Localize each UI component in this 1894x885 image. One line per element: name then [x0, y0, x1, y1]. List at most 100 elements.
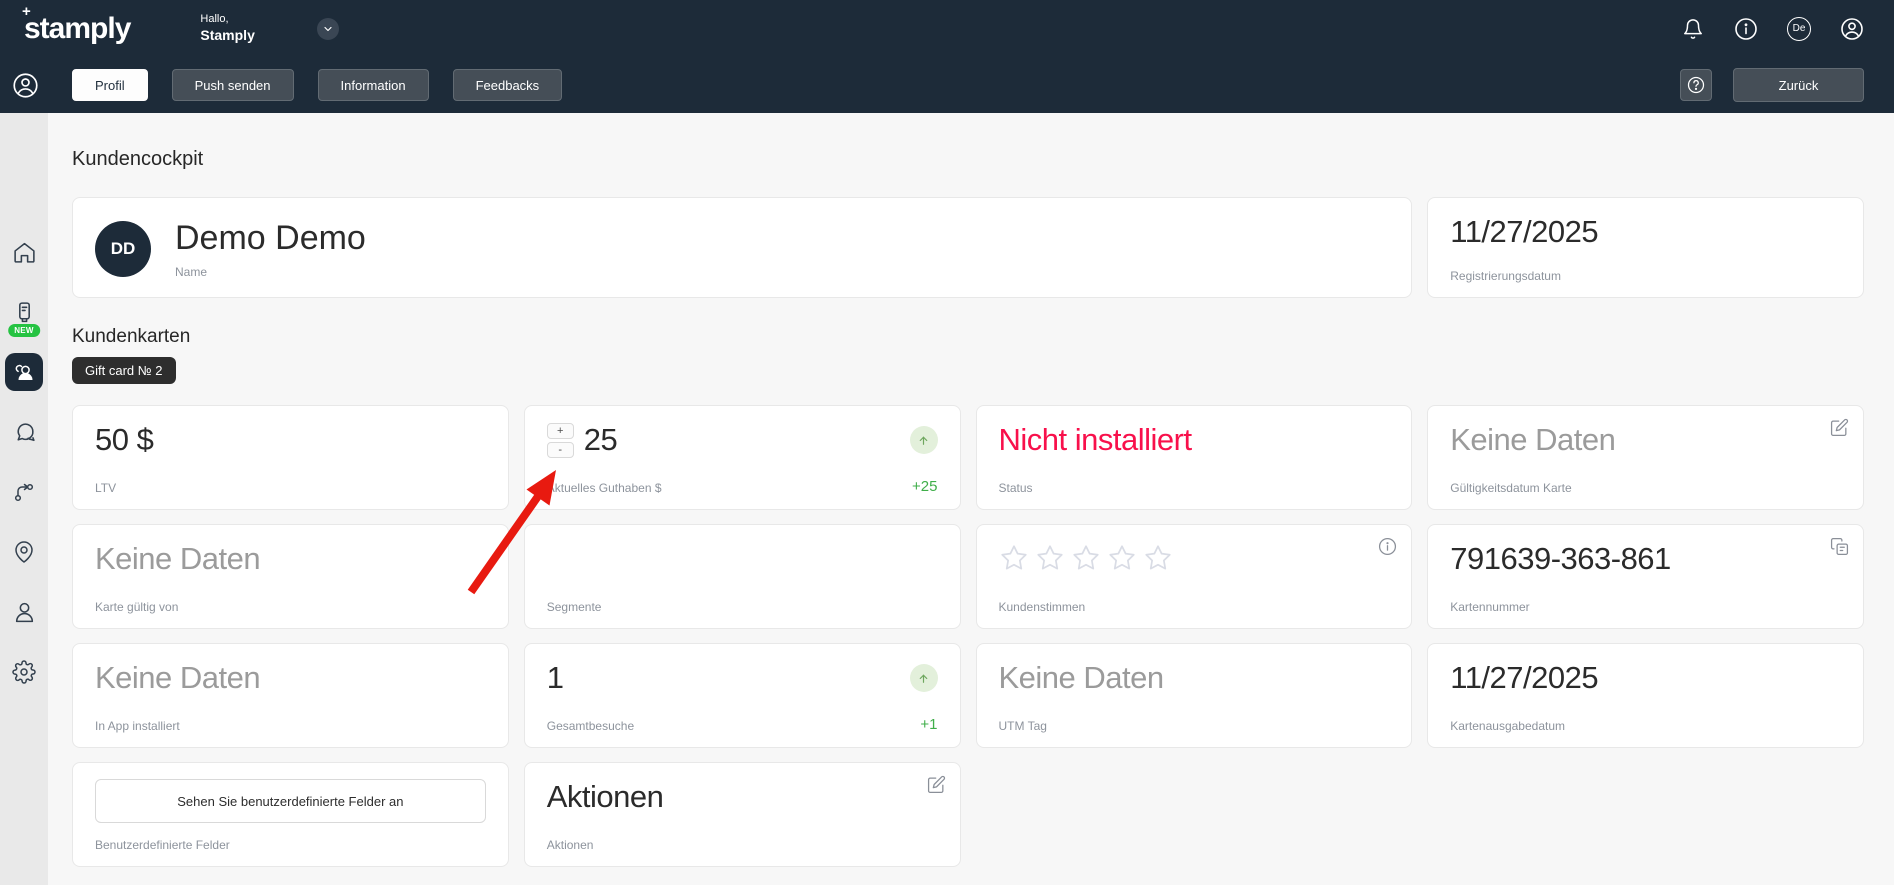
trend-up-badge [910, 426, 938, 454]
help-button[interactable] [1680, 69, 1712, 101]
sidebar-item-account[interactable] [10, 598, 38, 626]
in-app-value: Keine Daten [95, 660, 486, 696]
users-icon [12, 360, 36, 384]
rating-stars[interactable] [999, 543, 1390, 573]
card-number-label: Kartennummer [1450, 600, 1841, 614]
toolbar-tabs: Profil Push senden Information Feedbacks [72, 69, 562, 101]
customer-votes-label: Kundenstimmen [999, 600, 1390, 614]
sidebar-item-settings[interactable] [10, 658, 38, 686]
customer-name: Demo Demo [175, 219, 366, 258]
balance-card: + - 25 Aktuelles Guthaben $ +25 [524, 405, 961, 510]
ltv-value: 50 $ [95, 422, 486, 458]
utm-tag-card: Keine Daten UTM Tag [976, 643, 1413, 748]
new-badge: NEW [8, 324, 40, 337]
name-block: Demo Demo Name [175, 219, 366, 279]
trend-up-badge [910, 664, 938, 692]
edit-actions-button[interactable] [927, 775, 947, 795]
actions-label: Aktionen [547, 838, 938, 852]
edit-icon [1830, 418, 1849, 437]
utm-tag-value: Keine Daten [999, 660, 1390, 696]
arrow-up-icon [917, 434, 930, 447]
info-icon [1378, 537, 1397, 556]
branch-icon [12, 480, 36, 504]
edit-validity-button[interactable] [1830, 418, 1850, 438]
card-validity-card: Keine Daten Gültigkeitsdatum Karte [1427, 405, 1864, 510]
balance-stepper: + - [547, 423, 574, 458]
tab-information[interactable]: Information [318, 69, 429, 101]
question-icon [1686, 75, 1706, 95]
registration-date-value: 11/27/2025 [1450, 214, 1841, 250]
star-icon [1035, 543, 1065, 573]
language-button[interactable]: De [1787, 17, 1811, 41]
greeting-name: Stamply [200, 27, 254, 45]
user-circle-icon [12, 72, 39, 99]
star-icon [1071, 543, 1101, 573]
custom-fields-label: Benutzerdefinierte Felder [95, 838, 486, 852]
sidebar-item-cards[interactable]: NEW [10, 298, 38, 326]
edit-icon [927, 775, 946, 794]
tab-feedbacks[interactable]: Feedbacks [453, 69, 563, 101]
card-number-card: 791639-363-861 Kartennummer [1427, 524, 1864, 629]
sidebar-item-home[interactable] [10, 238, 38, 266]
sidebar-item-locations[interactable] [10, 538, 38, 566]
tab-profil[interactable]: Profil [72, 69, 148, 101]
sidebar-item-messages[interactable] [10, 418, 38, 446]
section-title-kundenkarten: Kundenkarten [72, 326, 1864, 348]
page-title: Kundencockpit [72, 148, 1864, 171]
language-badge: De [1787, 17, 1811, 41]
gift-card-badge[interactable]: Gift card № 2 [72, 357, 176, 384]
sidebar-item-automation[interactable] [10, 478, 38, 506]
total-visits-delta: +1 [920, 716, 937, 733]
balance-value: 25 [584, 422, 617, 458]
customer-profile-button[interactable] [12, 72, 39, 99]
star-icon [1143, 543, 1173, 573]
star-icon [999, 543, 1029, 573]
status-label: Status [999, 481, 1390, 495]
page-body: NEW Kundencockpit DD Demo Demo N [0, 113, 1894, 885]
toolbar-right: Zurück [1680, 68, 1864, 102]
issue-date-value: 11/27/2025 [1450, 660, 1841, 696]
copy-card-number-button[interactable] [1830, 537, 1850, 557]
profile-row: DD Demo Demo Name 11/27/2025 Registrieru… [72, 197, 1864, 298]
issue-date-label: Kartenausgabedatum [1450, 719, 1841, 733]
status-value: Nicht installiert [999, 422, 1390, 458]
chat-bubbles-icon [12, 420, 37, 445]
avatar: DD [95, 221, 151, 277]
tab-push-senden[interactable]: Push senden [172, 69, 294, 101]
info-icon [1734, 17, 1758, 41]
balance-decrement-button[interactable]: - [547, 442, 574, 458]
in-app-label: In App installiert [95, 719, 486, 733]
utm-tag-label: UTM Tag [999, 719, 1390, 733]
ltv-card: 50 $ LTV [72, 405, 509, 510]
customer-votes-card: Kundenstimmen [976, 524, 1413, 629]
total-visits-label: Gesamtbesuche [547, 719, 634, 733]
stats-grid: 50 $ LTV + - 25 A [72, 405, 1864, 867]
info-button[interactable] [1734, 17, 1758, 41]
card-terminal-icon [12, 300, 37, 325]
logo-plus-accent: + [22, 3, 30, 20]
account-dropdown-toggle[interactable] [317, 18, 339, 40]
logo-text: stamply [24, 12, 130, 45]
user-circle-icon [1840, 17, 1864, 41]
app-header: + stamply Hallo, Stamply De [0, 0, 1894, 113]
arrow-up-icon [917, 672, 930, 685]
actions-card: Aktionen Aktionen [524, 762, 961, 867]
votes-info-button[interactable] [1378, 537, 1398, 557]
sidebar-item-customers[interactable] [5, 353, 43, 391]
balance-increment-button[interactable]: + [547, 423, 574, 439]
person-icon [12, 600, 37, 625]
valid-from-card: Keine Daten Karte gültig von [72, 524, 509, 629]
notifications-button[interactable] [1681, 17, 1705, 41]
copy-icon [1830, 537, 1849, 556]
custom-fields-card: Sehen Sie benutzerdefinierte Felder an B… [72, 762, 509, 867]
back-button[interactable]: Zurück [1733, 68, 1864, 102]
star-icon [1107, 543, 1137, 573]
view-custom-fields-button[interactable]: Sehen Sie benutzerdefinierte Felder an [95, 779, 486, 823]
card-number-value: 791639-363-861 [1450, 541, 1841, 577]
top-bar: + stamply Hallo, Stamply De [0, 0, 1894, 57]
top-icon-group: De [1681, 17, 1864, 41]
status-card: Nicht installiert Status [976, 405, 1413, 510]
toolbar: Profil Push senden Information Feedbacks… [0, 57, 1894, 113]
chevron-down-icon [322, 23, 334, 35]
profile-menu-button[interactable] [1840, 17, 1864, 41]
